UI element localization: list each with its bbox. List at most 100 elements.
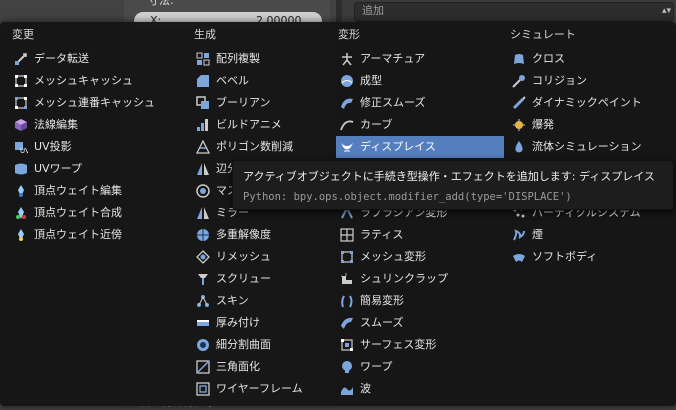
normal-edit-icon: [14, 118, 28, 132]
menu-item-label: アーマチュア: [360, 52, 426, 65]
menu-item-warp[interactable]: ワープ: [336, 356, 504, 378]
menu-item-uv-project[interactable]: UV UV投影: [10, 136, 180, 158]
warp-icon: [340, 360, 354, 374]
bevel-icon: [196, 74, 210, 88]
menu-item-label: 成型: [360, 74, 382, 87]
menu-item-solidify[interactable]: 厚み付け: [192, 312, 332, 334]
menu-item-label: 細分割曲面: [216, 338, 271, 351]
menu-item-label: 法線編集: [34, 118, 78, 131]
menu-column-heading: シミュレート: [510, 28, 576, 41]
menu-item-vertex-weight-edit[interactable]: 頂点ウェイト編集: [10, 180, 180, 202]
menu-item-mesh-cache[interactable]: メッシュキャッシュ: [10, 70, 180, 92]
menu-item-label: データ転送: [34, 52, 89, 65]
menu-item-cloth[interactable]: クロス: [508, 48, 674, 70]
menu-item-subsurf[interactable]: 細分割曲面: [192, 334, 332, 356]
boolean-icon: [196, 96, 210, 110]
menu-column-deform: 変形アーマチュア成型修正スムーズカーブディスプレイスフックラプラシアンスムーズラ…: [336, 26, 504, 400]
shrinkwrap-icon: [340, 272, 354, 286]
collision-icon: [512, 74, 526, 88]
mesh-deform-icon: [340, 250, 354, 264]
menu-item-wave[interactable]: 波: [336, 378, 504, 400]
menu-item-label: 爆発: [532, 118, 554, 131]
menu-item-explode[interactable]: 爆発: [508, 114, 674, 136]
menu-item-shrinkwrap[interactable]: シュリンクラップ: [336, 268, 504, 290]
menu-item-data-transfer[interactable]: データ転送: [10, 48, 180, 70]
menu-item-wireframe[interactable]: ワイヤーフレーム: [192, 378, 332, 400]
dimensions-label: 寸法:: [148, 0, 174, 7]
menu-item-array[interactable]: 配列複製: [192, 48, 332, 70]
menu-item-label: コリジョン: [532, 74, 587, 87]
menu-item-remesh[interactable]: リメッシュ: [192, 246, 332, 268]
menu-item-mesh-sequence-cache[interactable]: メッシュ連番キャッシュ: [10, 92, 180, 114]
menu-item-mesh-deform[interactable]: メッシュ変形: [336, 246, 504, 268]
menu-item-displace[interactable]: ディスプレイス: [336, 136, 504, 158]
skin-icon: [196, 294, 210, 308]
menu-item-corrective-smooth[interactable]: 修正スムーズ: [336, 92, 504, 114]
menu-item-label: ラティス: [360, 228, 404, 241]
menu-item-label: ポリゴン数削減: [216, 140, 293, 153]
menu-item-curve[interactable]: カーブ: [336, 114, 504, 136]
remesh-icon: [196, 250, 210, 264]
menu-item-vertex-weight-proximity[interactable]: 頂点ウェイト近傍: [10, 224, 180, 246]
add-modifier-dropdown[interactable]: [354, 2, 674, 22]
menu-item-label: メッシュキャッシュ: [34, 74, 133, 87]
menu-item-label: スキン: [216, 294, 249, 307]
menu-item-label: メッシュ連番キャッシュ: [34, 96, 155, 109]
menu-item-skin[interactable]: スキン: [192, 290, 332, 312]
menu-item-decimate[interactable]: ポリゴン数削減: [192, 136, 332, 158]
uv-project-icon: UV: [14, 140, 28, 154]
cloth-icon: [512, 52, 526, 66]
menu-item-smooth[interactable]: スムーズ: [336, 312, 504, 334]
edge-split-icon: [196, 162, 210, 176]
corrective-smooth-icon: [340, 96, 354, 110]
fluid-icon: [512, 140, 526, 154]
menu-item-label: リメッシュ: [216, 250, 271, 263]
menu-item-label: 頂点ウェイト近傍: [34, 228, 122, 241]
explode-icon: [512, 118, 526, 132]
menu-item-label: ソフトボディ: [532, 250, 598, 263]
add-modifier-label: 追加: [362, 4, 384, 17]
menu-item-lattice[interactable]: ラティス: [336, 224, 504, 246]
menu-item-normal-edit[interactable]: 法線編集: [10, 114, 180, 136]
menu-column-heading: 変形: [338, 28, 360, 41]
dynamic-paint-icon: [512, 96, 526, 110]
vertex-weight-mix-icon: [14, 206, 28, 220]
simple-deform-icon: [340, 294, 354, 308]
menu-item-label: ダイナミックペイント: [532, 96, 642, 109]
menu-item-vertex-weight-mix[interactable]: 頂点ウェイト合成: [10, 202, 180, 224]
menu-item-fluid[interactable]: 流体シミュレーション: [508, 136, 674, 158]
menu-item-label: スムーズ: [360, 316, 404, 329]
menu-item-bevel[interactable]: ベベル: [192, 70, 332, 92]
mirror-icon: [196, 206, 210, 220]
menu-column-heading: 変更: [12, 28, 34, 41]
tooltip-description-line: アクティブオブジェクトに手続き型操作・エフェクトを追加します: ディスプレイス: [243, 169, 663, 185]
menu-item-triangulate[interactable]: 三角面化: [192, 356, 332, 378]
updown-arrow-icon: ▴▾: [662, 6, 672, 16]
menu-item-label: サーフェス変形: [360, 338, 437, 351]
menu-item-uv-warp[interactable]: UVワープ: [10, 158, 180, 180]
vertex-weight-edit-icon: [14, 184, 28, 198]
menu-item-label: 頂点ウェイト編集: [34, 184, 122, 197]
mesh-sequence-cache-icon: [14, 96, 28, 110]
menu-item-cast[interactable]: 成型: [336, 70, 504, 92]
menu-item-surface-deform[interactable]: サーフェス変形: [336, 334, 504, 356]
menu-item-armature[interactable]: アーマチュア: [336, 48, 504, 70]
menu-item-smoke[interactable]: 煙: [508, 224, 674, 246]
menu-item-multires[interactable]: 多重解像度: [192, 224, 332, 246]
armature-icon: [340, 52, 354, 66]
menu-item-screw[interactable]: スクリュー: [192, 268, 332, 290]
tooltip-item-name: ディスプレイス: [579, 170, 655, 183]
menu-item-soft-body[interactable]: ソフトボディ: [508, 246, 674, 268]
menu-item-dynamic-paint[interactable]: ダイナミックペイント: [508, 92, 674, 114]
triangulate-icon: [196, 360, 210, 374]
menu-item-label: 配列複製: [216, 52, 260, 65]
menu-item-boolean[interactable]: ブーリアン: [192, 92, 332, 114]
add-modifier-menu: 変更 データ転送 メッシュキャッシュ メッシュ連番キャッシュ 法線編集 UV UV投影 UVワ…: [0, 22, 676, 406]
subsurf-icon: [196, 338, 210, 352]
menu-column-heading: 生成: [194, 28, 216, 41]
menu-item-build[interactable]: ビルドアニメ: [192, 114, 332, 136]
menu-item-simple-deform[interactable]: 簡易変形: [336, 290, 504, 312]
menu-item-label: ワープ: [360, 360, 393, 373]
array-icon: [196, 52, 210, 66]
menu-item-collision[interactable]: コリジョン: [508, 70, 674, 92]
